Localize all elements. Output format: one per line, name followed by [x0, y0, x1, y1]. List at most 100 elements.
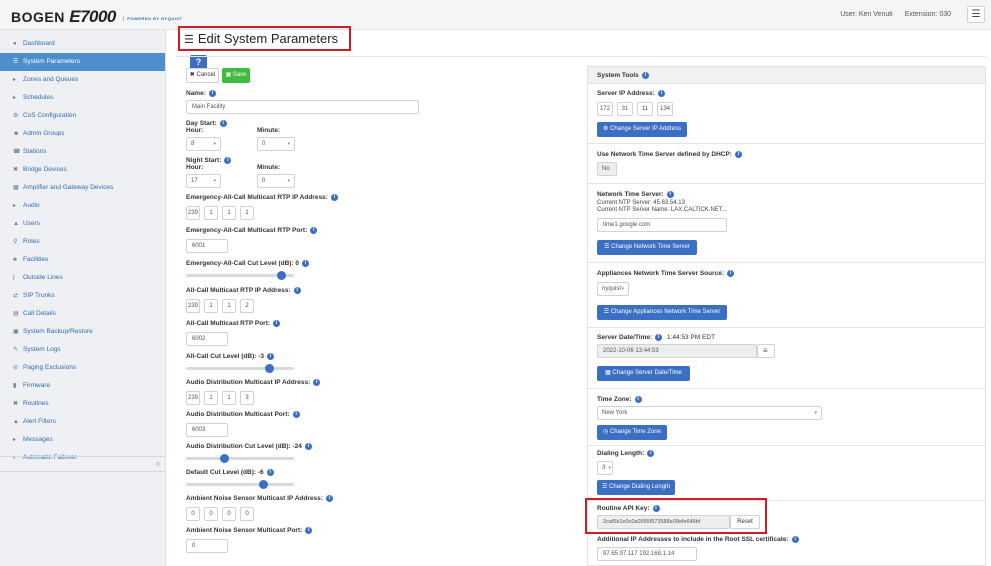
sidebar-item-system-logs[interactable]: ✎ System Logs — [0, 341, 165, 359]
calendar-icon[interactable]: ≡ — [757, 344, 775, 358]
ssl-input[interactable]: 97.65.97.117 192.168.1.14 — [597, 547, 697, 561]
sidebar-item-zones-and-queues[interactable]: ▸ Zones and Queues — [0, 71, 165, 89]
info-icon[interactable]: i — [734, 151, 742, 158]
sidebar-item-roles[interactable]: ⚲ Roles — [0, 233, 165, 251]
info-icon[interactable]: i — [330, 194, 338, 201]
info-icon[interactable]: i — [266, 469, 274, 476]
ad-port-input[interactable]: 6003 — [186, 423, 228, 437]
ac-ip-octet-2[interactable]: 1 — [204, 299, 218, 313]
ans-ip-octet-3[interactable]: 0 — [222, 507, 236, 521]
info-icon[interactable]: i — [224, 157, 232, 164]
ad-ip-octet-2[interactable]: 1 — [204, 391, 218, 405]
sidebar-item-firmware[interactable]: ▮ Firmware — [0, 377, 165, 395]
server-ip-octet-3[interactable]: 11 — [637, 102, 653, 116]
info-icon[interactable]: i — [305, 527, 313, 534]
server-ip-octet-2[interactable]: 31 — [617, 102, 633, 116]
dialing-length-select[interactable]: 3 ▾ — [597, 461, 613, 475]
sidebar-item-cos-configuration[interactable]: ⚙ CoS Configuration — [0, 107, 165, 125]
ans-ip-octet-2[interactable]: 0 — [204, 507, 218, 521]
eac-ip-octet-3[interactable]: 1 — [222, 206, 236, 220]
ac-port-input[interactable]: 6002 — [186, 332, 228, 346]
change-dialing-length-button[interactable]: ☰ Change Dialing Length — [597, 480, 675, 495]
info-icon[interactable]: i — [657, 90, 665, 97]
sidebar-item-stations[interactable]: ☎ Stations — [0, 143, 165, 161]
change-datetime-button[interactable]: ▦ Change Server Date/Time — [597, 366, 690, 381]
ntp-dhcp-toggle[interactable]: No — [597, 162, 617, 176]
timezone-select[interactable]: New York ▾ — [597, 406, 822, 420]
slider-knob[interactable] — [219, 454, 229, 463]
info-icon[interactable]: i — [304, 443, 312, 450]
info-icon[interactable]: i — [292, 411, 300, 418]
day-hour-select[interactable]: 8 ▾ — [186, 137, 221, 151]
change-server-ip-button[interactable]: ⚙ Change Server IP Address — [597, 122, 687, 137]
sidebar-item-users[interactable]: ▲ Users — [0, 215, 165, 233]
cancel-button[interactable]: ✖ Cancel — [186, 68, 219, 83]
sidebar-item-amplifier-gateway[interactable]: ▦ Amplifier and Gateway Devices — [0, 179, 165, 197]
day-minute-select[interactable]: 0 ▾ — [257, 137, 295, 151]
ac-ip-octet-3[interactable]: 1 — [222, 299, 236, 313]
sidebar-item-bridge-devices[interactable]: ✖ Bridge Devices — [0, 161, 165, 179]
ans-port-input[interactable]: 0 — [186, 539, 228, 553]
info-icon[interactable]: i — [727, 270, 735, 277]
info-icon[interactable]: i — [647, 450, 655, 457]
ad-ip-octet-4[interactable]: 3 — [240, 391, 254, 405]
slider-knob[interactable] — [277, 271, 287, 280]
night-hour-select[interactable]: 17 ▾ — [186, 174, 221, 188]
eac-ip-octet-4[interactable]: 1 — [240, 206, 254, 220]
info-icon[interactable]: i — [208, 90, 216, 97]
sidebar-item-call-details[interactable]: ▤ Call Details — [0, 305, 165, 323]
info-icon[interactable]: i — [791, 536, 799, 543]
info-icon[interactable]: i — [666, 191, 674, 198]
eac-port-input[interactable]: 6001 — [186, 239, 228, 253]
sidebar-item-paging-exclusions[interactable]: ⊘ Paging Exclusions — [0, 359, 165, 377]
ntp-server-input[interactable]: time1.google.com — [597, 218, 727, 232]
info-icon[interactable]: i — [273, 320, 281, 327]
info-icon[interactable]: i — [293, 287, 301, 294]
info-icon[interactable]: i — [641, 72, 649, 79]
sidebar-item-audio[interactable]: ▸ Audio — [0, 197, 165, 215]
ans-ip-octet-1[interactable]: 0 — [186, 507, 200, 521]
eac-level-slider[interactable] — [186, 271, 294, 280]
slider-knob[interactable] — [259, 480, 269, 489]
ad-level-slider[interactable] — [186, 454, 294, 463]
sidebar-item-admin-groups[interactable]: ☻ Admin Groups — [0, 125, 165, 143]
sidebar-item-outside-lines[interactable]: ∫ Outside Lines — [0, 269, 165, 287]
info-icon[interactable]: i — [219, 120, 227, 127]
change-app-ntp-button[interactable]: ☰ Change Appliances Network Time Server — [597, 305, 727, 320]
info-icon[interactable]: i — [655, 334, 663, 341]
eac-ip-octet-2[interactable]: 1 — [204, 206, 218, 220]
info-icon[interactable]: i — [313, 379, 321, 386]
default-level-slider[interactable] — [186, 480, 294, 489]
info-icon[interactable]: i — [267, 353, 275, 360]
info-icon[interactable]: i — [325, 495, 333, 502]
info-icon[interactable]: i — [302, 260, 310, 267]
info-icon[interactable]: i — [310, 227, 318, 234]
ac-level-slider[interactable] — [186, 364, 294, 373]
sidebar-item-messages[interactable]: ▸ Messages — [0, 431, 165, 449]
ad-ip-octet-1[interactable]: 239 — [186, 391, 200, 405]
sidebar-collapse-button[interactable]: « — [0, 456, 166, 472]
sidebar-item-alert-filters[interactable]: ▲ Alert Filters — [0, 413, 165, 431]
ad-ip-octet-3[interactable]: 1 — [222, 391, 236, 405]
datetime-input[interactable]: 2022-10-06 13:44:53 — [597, 344, 757, 358]
save-button[interactable]: ▣ Save — [222, 68, 250, 83]
sidebar-item-dashboard[interactable]: ● Dashboard — [0, 35, 165, 53]
ac-ip-octet-4[interactable]: 2 — [240, 299, 254, 313]
change-timezone-button[interactable]: ◷ Change Time Zone — [597, 425, 667, 440]
sidebar-item-schedules[interactable]: ▸ Schedules — [0, 89, 165, 107]
bogen-logo[interactable]: BOGEN E7000 POWERED BY NYQUIST — [11, 7, 182, 27]
app-ntp-select[interactable]: nyquist ▾ — [597, 282, 629, 296]
sidebar-item-backup-restore[interactable]: ▣ System Backup/Restore — [0, 323, 165, 341]
sidebar-item-system-parameters[interactable]: ☰ System Parameters — [0, 53, 165, 71]
eac-ip-octet-1[interactable]: 239 — [186, 206, 200, 220]
night-minute-select[interactable]: 0 ▾ — [257, 174, 295, 188]
ac-ip-octet-1[interactable]: 239 — [186, 299, 200, 313]
sidebar-item-facilities[interactable]: ♣ Facilities — [0, 251, 165, 269]
ans-ip-octet-4[interactable]: 0 — [240, 507, 254, 521]
server-ip-octet-1[interactable]: 172 — [597, 102, 613, 116]
slider-knob[interactable] — [265, 364, 275, 373]
sidebar-item-routines[interactable]: ✖ Routines — [0, 395, 165, 413]
info-icon[interactable]: i — [634, 396, 642, 403]
change-ntp-button[interactable]: ☰ Change Network Time Server — [597, 240, 697, 255]
name-input[interactable]: Main Facility — [186, 100, 419, 114]
